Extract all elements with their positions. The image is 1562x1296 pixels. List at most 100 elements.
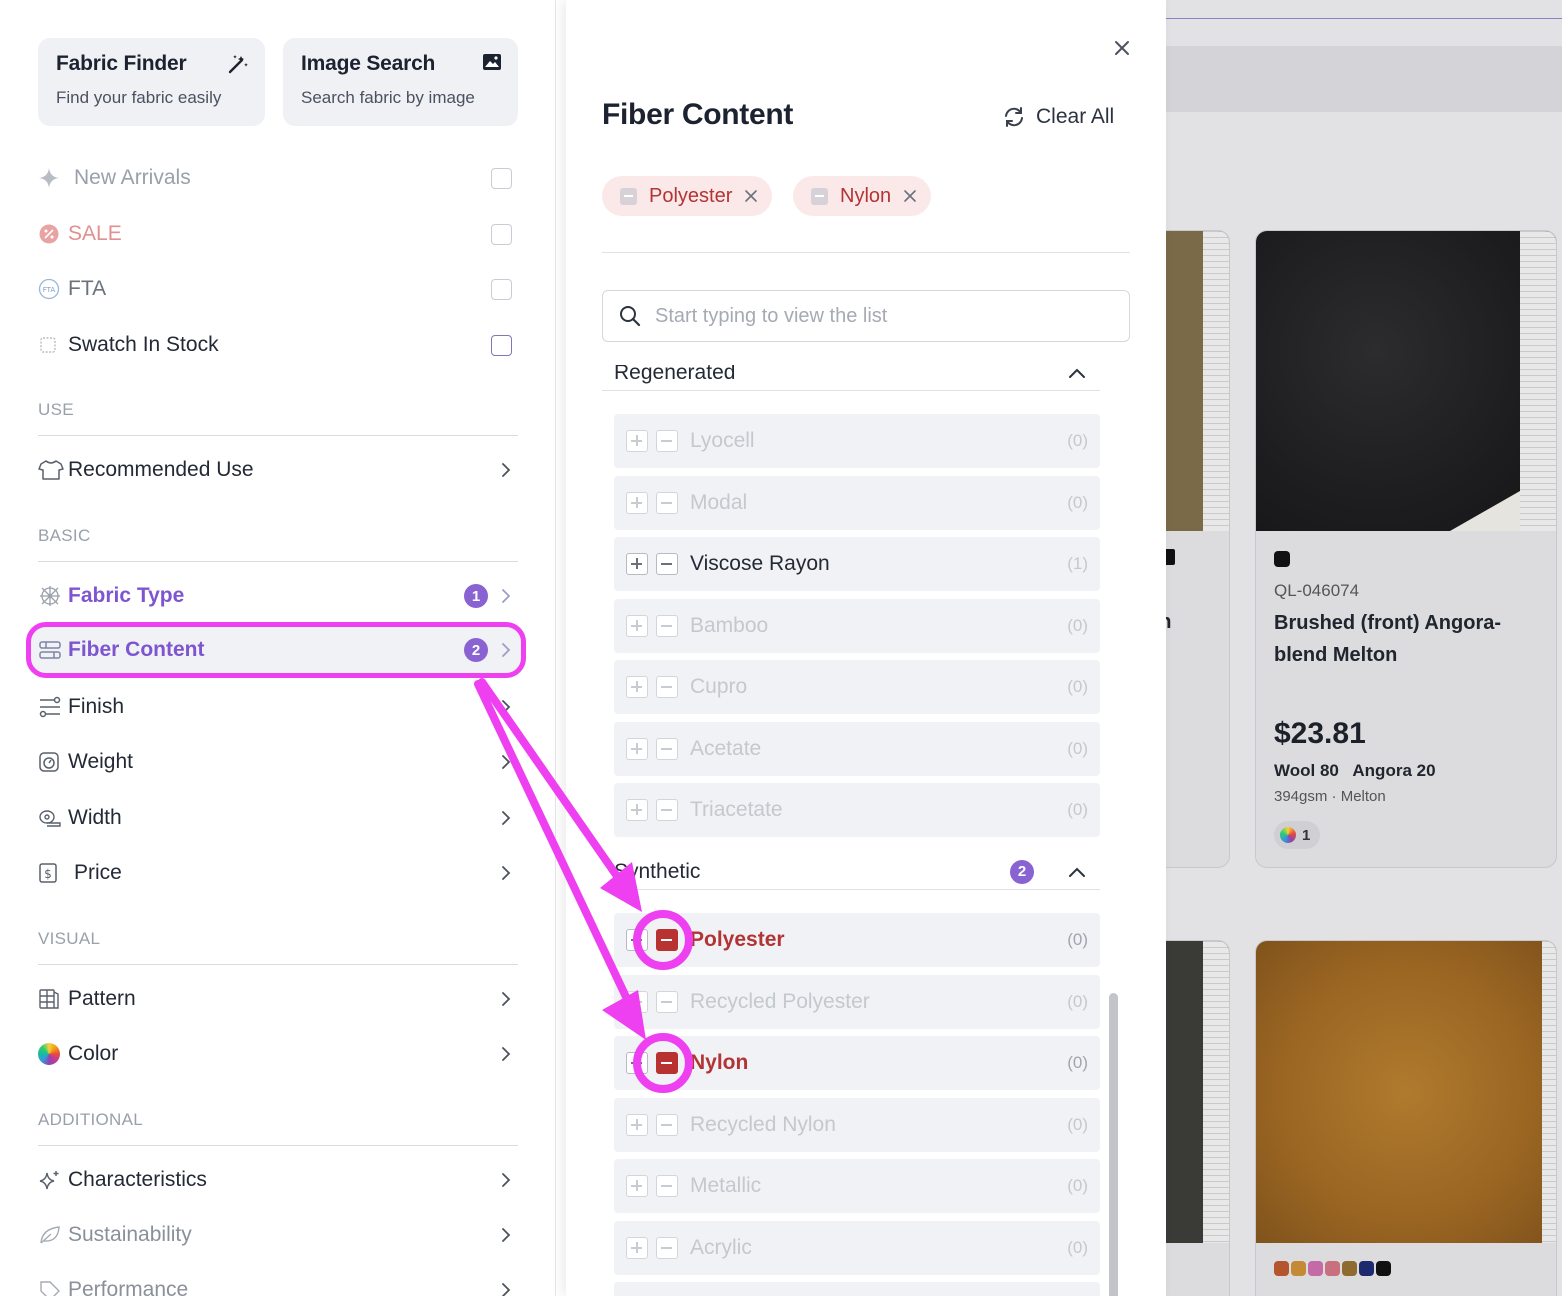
pattern-icon bbox=[38, 988, 68, 1010]
filter-chip-nylon[interactable]: Nylon bbox=[793, 176, 932, 216]
include-plus-checkbox[interactable] bbox=[626, 1052, 648, 1074]
color-label: Color bbox=[68, 1042, 119, 1065]
color-item[interactable]: Color bbox=[38, 1034, 518, 1074]
clear-all-button[interactable]: Clear All bbox=[1002, 102, 1114, 132]
fiber-option[interactable]: Modal (0) bbox=[614, 476, 1100, 530]
exclude-minus-checkbox[interactable] bbox=[656, 1237, 678, 1259]
exclude-minus-checkbox[interactable] bbox=[656, 1175, 678, 1197]
include-plus-checkbox[interactable] bbox=[626, 1114, 648, 1136]
include-plus-checkbox[interactable] bbox=[626, 799, 648, 821]
fiber-option[interactable]: Triacetate (0) bbox=[614, 783, 1100, 837]
fabric-type-item[interactable]: Fabric Type 1 bbox=[38, 576, 518, 616]
fiber-search-box[interactable] bbox=[602, 290, 1130, 342]
close-icon[interactable] bbox=[903, 189, 917, 203]
chevron-right-icon bbox=[496, 754, 516, 770]
refresh-icon bbox=[1002, 106, 1026, 128]
recommended-use-label: Recommended Use bbox=[68, 458, 254, 481]
sale-checkbox[interactable] bbox=[491, 223, 512, 245]
characteristics-item[interactable]: Characteristics bbox=[38, 1160, 518, 1200]
sparkle-icon bbox=[38, 167, 68, 189]
fiber-option[interactable]: Recycled Nylon (0) bbox=[614, 1098, 1100, 1152]
width-label: Width bbox=[68, 806, 122, 829]
include-plus-checkbox[interactable] bbox=[626, 615, 648, 637]
fiber-option[interactable]: Nylon (0) bbox=[614, 1036, 1100, 1090]
exclude-minus-checkbox[interactable] bbox=[656, 738, 678, 760]
fiber-option[interactable]: Viscose Rayon (1) bbox=[614, 537, 1100, 591]
color-swatches bbox=[1274, 1261, 1391, 1276]
chevron-up-icon[interactable] bbox=[1068, 866, 1086, 878]
divider bbox=[38, 1145, 518, 1146]
group-header-synthetic[interactable]: Synthetic 2 bbox=[602, 854, 1100, 890]
exclude-minus-checkbox[interactable] bbox=[656, 799, 678, 821]
exclude-minus-checkbox[interactable] bbox=[656, 676, 678, 698]
image-search-card[interactable]: Image Search Search fabric by image bbox=[283, 38, 518, 126]
close-icon[interactable] bbox=[1110, 36, 1134, 60]
exclude-minus-checkbox[interactable] bbox=[656, 1052, 678, 1074]
fiber-option[interactable]: Lyocell (0) bbox=[614, 414, 1100, 468]
weight-item[interactable]: Weight bbox=[38, 742, 518, 782]
fiber-content-count-badge: 2 bbox=[464, 638, 488, 662]
swatch-in-stock-toggle[interactable]: Swatch In Stock bbox=[38, 325, 518, 365]
performance-item[interactable]: Performance bbox=[38, 1270, 518, 1296]
chevron-right-icon bbox=[496, 1046, 516, 1062]
finish-item[interactable]: Finish bbox=[38, 687, 518, 727]
price-item[interactable]: $ Price bbox=[38, 853, 518, 893]
exclude-minus-checkbox[interactable] bbox=[656, 1114, 678, 1136]
new-arrivals-checkbox[interactable] bbox=[491, 167, 512, 189]
list-scrollbar[interactable] bbox=[1102, 365, 1124, 1296]
scrollbar-thumb[interactable] bbox=[1109, 993, 1118, 1296]
fabric-type-label: Fabric Type bbox=[68, 584, 185, 607]
fiber-content-item[interactable]: Fiber Content 2 bbox=[38, 630, 518, 670]
width-item[interactable]: Width bbox=[38, 798, 518, 838]
fiber-option[interactable]: Bamboo (0) bbox=[614, 599, 1100, 653]
fiber-option[interactable]: Acrylic (0) bbox=[614, 1221, 1100, 1275]
include-plus-checkbox[interactable] bbox=[626, 676, 648, 698]
include-plus-checkbox[interactable] bbox=[626, 553, 648, 575]
product-card[interactable]: QL-046074 Brushed (front) Angora-blend M… bbox=[1255, 230, 1557, 868]
include-plus-checkbox[interactable] bbox=[626, 991, 648, 1013]
include-plus-checkbox[interactable] bbox=[626, 430, 648, 452]
include-plus-checkbox[interactable] bbox=[626, 738, 648, 760]
exclude-minus-checkbox[interactable] bbox=[656, 615, 678, 637]
close-icon[interactable] bbox=[744, 189, 758, 203]
filter-chip-polyester[interactable]: Polyester bbox=[602, 176, 773, 216]
sale-toggle[interactable]: SALE bbox=[38, 214, 518, 254]
include-plus-checkbox[interactable] bbox=[626, 929, 648, 951]
fta-checkbox[interactable] bbox=[491, 278, 512, 300]
exclude-minus-checkbox[interactable] bbox=[656, 553, 678, 575]
fabric-finder-card[interactable]: Fabric Finder Find your fabric easily bbox=[38, 38, 265, 126]
fiber-option[interactable]: Recycled Polyester (0) bbox=[614, 975, 1100, 1029]
include-plus-checkbox[interactable] bbox=[626, 1237, 648, 1259]
search-input[interactable] bbox=[655, 304, 1095, 328]
color-count: 1 bbox=[1302, 826, 1311, 844]
group-header-regenerated[interactable]: Regenerated bbox=[602, 365, 1100, 391]
fta-toggle[interactable]: FTA FTA bbox=[38, 269, 518, 309]
sustainability-item[interactable]: Sustainability bbox=[38, 1215, 518, 1255]
product-name[interactable]: Brushed (front) Angora-blend Melton bbox=[1274, 607, 1534, 671]
product-card[interactable] bbox=[1255, 940, 1557, 1296]
exclude-minus-checkbox[interactable] bbox=[656, 991, 678, 1013]
image-icon bbox=[482, 53, 502, 71]
chevron-up-icon[interactable] bbox=[1068, 367, 1086, 379]
new-arrivals-toggle[interactable]: New Arrivals bbox=[38, 158, 518, 198]
fiber-option[interactable] bbox=[614, 1282, 1100, 1296]
sustainability-label: Sustainability bbox=[68, 1223, 192, 1246]
swatch-in-stock-checkbox[interactable] bbox=[491, 334, 512, 356]
include-plus-checkbox[interactable] bbox=[626, 1175, 648, 1197]
pattern-label: Pattern bbox=[68, 987, 136, 1010]
fiber-option[interactable]: Acetate (0) bbox=[614, 722, 1100, 776]
divider bbox=[602, 252, 1130, 253]
pattern-item[interactable]: Pattern bbox=[38, 979, 518, 1019]
chevron-right-icon bbox=[496, 865, 516, 881]
fiber-option[interactable]: Cupro (0) bbox=[614, 660, 1100, 714]
include-plus-checkbox[interactable] bbox=[626, 492, 648, 514]
sparkles-icon bbox=[38, 1169, 68, 1191]
exclude-minus-checkbox[interactable] bbox=[656, 492, 678, 514]
fiber-option[interactable]: Metallic (0) bbox=[614, 1159, 1100, 1213]
finish-icon bbox=[38, 696, 68, 718]
exclude-minus-checkbox[interactable] bbox=[656, 430, 678, 452]
fiber-option[interactable]: Polyester (0) bbox=[614, 913, 1100, 967]
search-icon bbox=[619, 305, 641, 327]
exclude-minus-checkbox[interactable] bbox=[656, 929, 678, 951]
recommended-use-item[interactable]: Recommended Use bbox=[38, 450, 518, 490]
